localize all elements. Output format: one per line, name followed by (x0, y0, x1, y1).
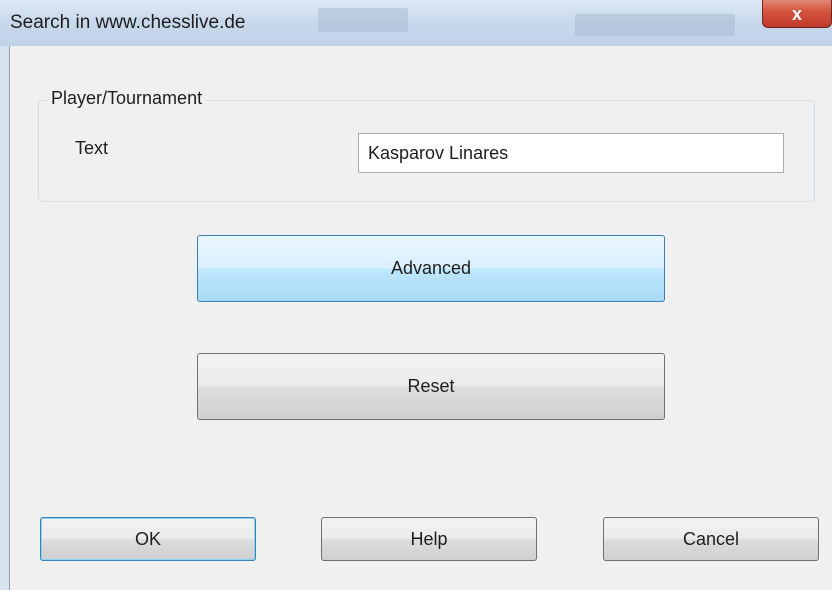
player-tournament-group: Player/Tournament Text (38, 88, 815, 202)
advanced-button[interactable]: Advanced (197, 235, 665, 302)
ok-button[interactable]: OK (40, 517, 256, 561)
ok-button-label: OK (134, 528, 161, 549)
dialog-body: Player/Tournament Text Advanced Reset OK… (9, 46, 832, 590)
close-button[interactable]: x (762, 0, 832, 28)
help-button-label: Help (410, 528, 448, 549)
text-label: Text (75, 138, 109, 158)
group-legend: Player/Tournament (48, 88, 206, 109)
title-bar[interactable]: Search in www.chesslive.de x (0, 0, 832, 46)
cancel-button[interactable]: Cancel (603, 517, 819, 561)
reset-button-label: Reset (407, 376, 455, 396)
close-icon: x (791, 4, 802, 24)
advanced-button-label: Advanced (390, 258, 472, 278)
background-ghost (318, 8, 408, 32)
help-button[interactable]: Help (321, 517, 537, 561)
reset-button[interactable]: Reset (197, 353, 665, 420)
cancel-button-label: Cancel (682, 528, 740, 549)
window-title: Search in www.chesslive.de (10, 12, 246, 33)
search-text-input[interactable] (358, 133, 784, 173)
background-ghost (575, 14, 735, 36)
